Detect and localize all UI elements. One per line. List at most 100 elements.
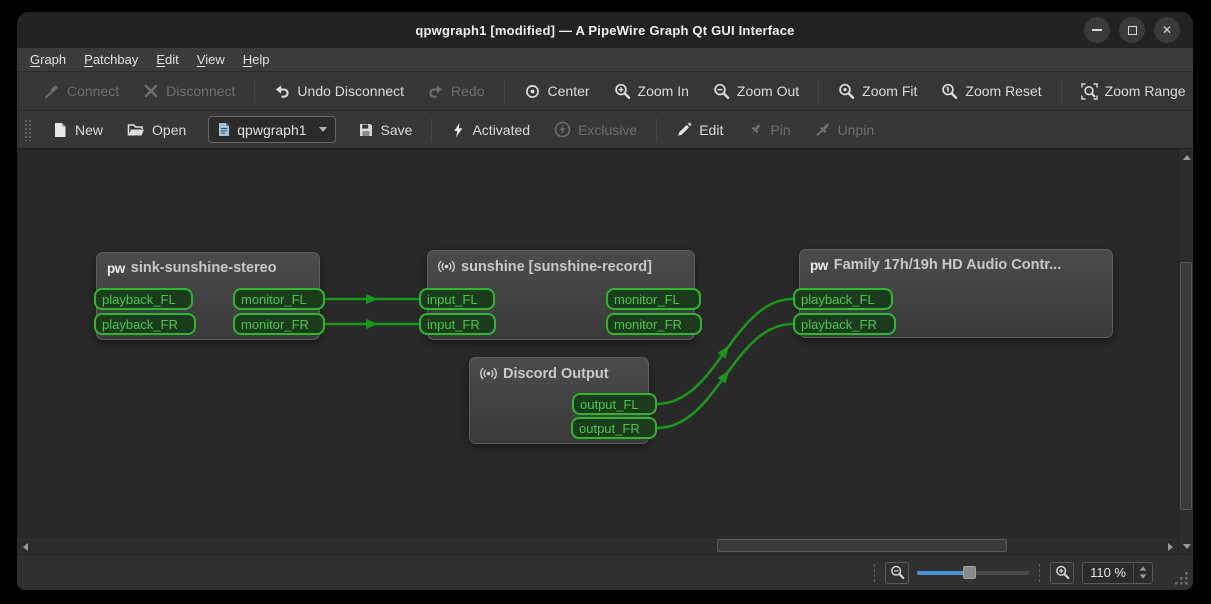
port-monitor-fl[interactable]: monitor_FL [606,288,701,310]
activated-label: Activated [472,121,531,138]
scroll-up-button[interactable] [1179,149,1193,165]
toolbar-drag-handle[interactable] [24,118,32,141]
exclusive-button[interactable]: Exclusive [542,115,649,144]
pin-label: Pin [770,121,791,138]
resize-grip[interactable] [1173,570,1189,586]
center-button[interactable]: Center [512,77,602,106]
port-playback-fl[interactable]: playback_FL [793,288,893,310]
maximize-button[interactable] [1119,17,1145,43]
node-header: pw sink-sunshine-stereo [97,253,319,283]
statusbar-zoom-out-button[interactable] [885,561,910,584]
zoom-percent-spinbox[interactable]: 110 % [1082,561,1153,584]
port-monitor-fr[interactable]: monitor_FR [606,313,702,335]
horizontal-scrollbar-thumb[interactable] [717,539,1007,552]
undo-disconnect-button[interactable]: Undo Disconnect [262,77,416,105]
disconnect-icon [144,84,158,98]
statusbar-zoom-in-button[interactable] [1050,561,1075,584]
zoom-range-button[interactable]: Zoom Range [1069,77,1193,106]
minimize-button[interactable] [1084,17,1110,43]
new-label: New [75,121,104,138]
zoom-in-button[interactable]: Zoom In [602,77,701,106]
activated-bolt-icon [454,122,463,137]
main-area: pw sink-sunshine-stereo playback_FL play… [17,149,1193,554]
toolbar-separator [1060,79,1062,103]
port-playback-fr[interactable]: playback_FR [793,313,896,335]
port-playback-fl[interactable]: playback_FL [94,288,193,310]
connect-label: Connect [67,83,120,99]
window-controls: ✕ [1084,17,1180,43]
scroll-right-button[interactable] [1162,538,1178,555]
port-input-fl[interactable]: input_FL [419,288,495,310]
node-title: sink-sunshine-stereo [130,260,277,276]
titlebar[interactable]: qpwgraph1 [modified] — A PipeWire Graph … [17,12,1193,48]
zoom-slider-fill [917,570,970,575]
disconnect-button[interactable]: Disconnect [131,77,247,105]
menu-edit[interactable]: Edit [147,48,187,71]
close-button[interactable]: ✕ [1154,17,1180,43]
vertical-scrollbar-thumb[interactable] [1180,262,1192,510]
port-monitor-fl[interactable]: monitor_FL [233,288,325,310]
window-title: qpwgraph1 [modified] — A PipeWire Graph … [415,22,795,38]
statusbar-separator [1039,563,1041,582]
close-icon: ✕ [1161,23,1173,37]
port-input-fr[interactable]: input_FR [419,313,496,335]
menu-help[interactable]: Help [234,48,279,71]
new-button[interactable]: New [40,116,115,144]
app-window: qpwgraph1 [modified] — A PipeWire Graph … [17,12,1193,590]
scroll-left-icon [22,542,28,551]
activated-button[interactable]: Activated [439,116,542,144]
disconnect-label: Disconnect [166,83,236,99]
scroll-up-icon [1182,154,1191,160]
connection-wires [325,294,794,430]
scroll-down-icon [1182,543,1191,549]
maximize-icon [1127,25,1137,35]
zoom-fit-icon [839,83,855,99]
zoom-in-icon [614,83,630,99]
edit-button[interactable]: Edit [664,116,735,144]
scroll-right-icon [1167,542,1173,551]
vertical-scrollbar[interactable] [1178,149,1193,554]
redo-button[interactable]: Redo [416,77,496,105]
node-header: Discord Output [470,358,648,389]
new-file-icon [55,122,66,137]
zoom-percent-value: 110 % [1090,565,1126,580]
audio-node-icon [480,367,497,380]
port-playback-fr[interactable]: playback_FR [94,313,196,335]
menu-graph[interactable]: Graph [21,48,75,71]
exclusive-icon [554,121,571,138]
scroll-down-button[interactable] [1179,538,1193,554]
pin-button[interactable]: Pin [735,116,802,144]
menu-patchbay[interactable]: Patchbay [75,48,147,71]
menu-view[interactable]: View [188,48,234,71]
redo-icon [429,85,443,98]
zoom-range-icon [1080,82,1098,100]
open-button[interactable]: Open [115,116,198,144]
pin-icon [750,123,761,135]
unpin-icon [815,122,829,136]
center-label: Center [547,83,590,99]
zoom-fit-button[interactable]: Zoom Fit [826,77,929,106]
port-monitor-fr[interactable]: monitor_FR [233,313,325,335]
zoom-reset-icon [942,83,958,99]
port-output-fr[interactable]: output_FR [571,417,657,439]
scroll-left-button[interactable] [17,538,33,555]
graph-canvas[interactable]: pw sink-sunshine-stereo playback_FL play… [17,149,1178,537]
horizontal-scrollbar[interactable] [17,537,1178,554]
connect-button[interactable]: Connect [32,77,131,105]
zoom-slider[interactable] [917,562,1030,584]
toolbar-separator [431,117,433,142]
zoom-slider-handle[interactable] [963,565,977,579]
patchbay-profile-combo[interactable]: qpwgraph1 [208,116,336,143]
audio-node-icon [438,260,455,273]
zoom-spin-buttons[interactable] [1133,562,1152,583]
node-title: Discord Output [503,365,609,382]
unpin-button[interactable]: Unpin [803,116,887,144]
zoom-reset-button[interactable]: Zoom Reset [929,77,1053,106]
save-button[interactable]: Save [346,116,425,144]
port-output-fl[interactable]: output_FL [572,393,657,415]
save-icon [359,123,372,136]
zoom-out-button[interactable]: Zoom Out [701,77,811,106]
zoom-range-label: Zoom Range [1104,83,1186,99]
undo-icon [276,85,290,98]
edit-label: Edit [699,121,724,138]
